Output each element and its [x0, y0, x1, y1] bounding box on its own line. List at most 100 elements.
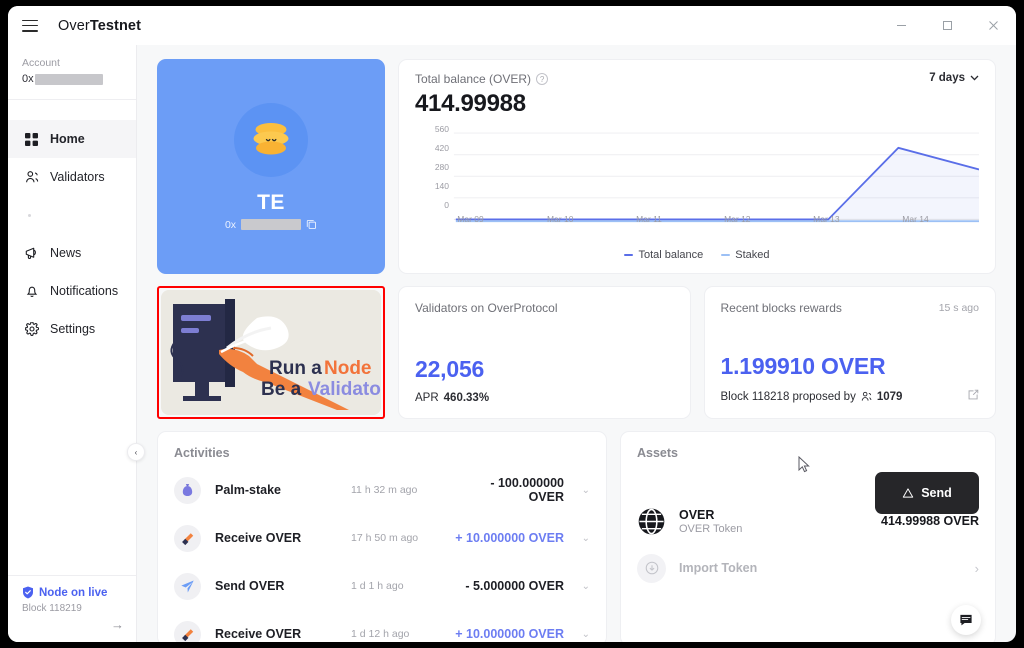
chevron-left-icon[interactable]: ‹ — [127, 443, 145, 461]
asset-subtitle: OVER Token — [679, 522, 743, 535]
profile-address-prefix: 0x — [224, 218, 237, 231]
apr-value: 460.33% — [443, 392, 490, 404]
banner-card[interactable]: Run a Node Be a Validator — [161, 290, 381, 415]
minimize-icon[interactable] — [878, 6, 924, 45]
asset-value: 414.99988 OVER — [881, 514, 979, 528]
table-row[interactable]: Receive OVER 17 h 50 m ago + 10.000000 O… — [174, 514, 590, 562]
activity-name: Receive OVER — [215, 531, 302, 545]
receive-icon — [174, 620, 201, 642]
y-tick-280: 280 — [434, 162, 449, 172]
activity-time: 1 d 12 h ago — [351, 628, 410, 640]
profile-address-redacted — [241, 219, 302, 230]
x-tick-label: Mar 11 — [636, 214, 662, 224]
table-row[interactable]: Receive OVER 1 d 12 h ago + 10.000000 OV… — [174, 610, 590, 642]
table-row[interactable]: Send OVER 1 d 1 h ago - 5.000000 OVER ⌄ — [174, 562, 590, 610]
node-block-label: Block 118219 — [22, 603, 82, 614]
x-tick-label: Mar 13 — [813, 214, 840, 224]
validators-card: Validators on OverProtocol 22,056 APR 46… — [398, 286, 691, 419]
gear-icon — [24, 322, 39, 337]
sidebar-item-label: Notifications — [50, 284, 119, 298]
sidebar-item-label: News — [50, 246, 82, 260]
node-arrow-icon[interactable]: → — [22, 617, 124, 632]
chevron-down-icon[interactable]: ⌄ — [564, 581, 590, 592]
activity-time: 1 d 1 h ago — [351, 580, 404, 592]
send-button[interactable]: Send — [875, 472, 979, 514]
rewards-card: Recent blocks rewards 15 s ago 1.199910 … — [703, 286, 996, 419]
x-tick-label: Mar 10 — [546, 214, 574, 224]
megaphone-icon — [24, 246, 39, 261]
asset-name: OVER — [679, 507, 715, 522]
hamburger-icon[interactable] — [22, 19, 38, 32]
account-address-prefix: 0x — [22, 73, 34, 85]
close-icon[interactable] — [970, 6, 1016, 45]
stat-cards-row: Validators on OverProtocol 22,056 APR 46… — [398, 286, 996, 419]
apr-row: APR 460.33% — [415, 392, 674, 404]
chevron-down-icon[interactable]: ⌄ — [564, 629, 590, 640]
sidebar: Account 0x Home Validators News Notifica… — [8, 45, 145, 642]
chevron-right-icon[interactable]: › — [975, 561, 979, 576]
account-block[interactable]: Account 0x — [8, 45, 136, 100]
run-a-node-banner[interactable]: Run a Node Be a Validator — [157, 286, 385, 419]
sidebar-item-home[interactable]: Home — [8, 120, 136, 158]
account-address: 0x — [22, 73, 124, 85]
external-link-icon[interactable] — [967, 389, 979, 404]
receive-icon — [174, 524, 201, 552]
over-triangle-icon — [903, 488, 914, 498]
x-tick-label: Mar 12 — [724, 214, 751, 224]
send-plane-icon — [174, 572, 201, 600]
chat-bubble-icon[interactable] — [951, 605, 981, 635]
send-button-label: Send — [921, 486, 952, 500]
maximize-icon[interactable] — [924, 6, 970, 45]
import-token-row[interactable]: Import Token › — [637, 546, 979, 590]
activity-time: 17 h 50 m ago — [351, 532, 419, 544]
sidebar-item-notifications[interactable]: Notifications — [8, 272, 136, 310]
sidebar-item-validators[interactable]: Validators — [8, 158, 136, 196]
banner-illustration: Run a Node Be a Validator — [161, 290, 381, 415]
shield-check-icon — [23, 586, 33, 599]
assets-title: Assets — [637, 446, 678, 460]
sidebar-item-news[interactable]: News — [8, 234, 136, 272]
sidebar-item-label: Validators — [50, 170, 105, 184]
validators-card-title: Validators on OverProtocol — [415, 301, 558, 315]
sidebar-item-settings[interactable]: Settings — [8, 310, 136, 348]
sidebar-nav: Home Validators News Notifications Setti… — [8, 100, 136, 575]
copy-icon[interactable] — [306, 219, 317, 230]
rewards-proposer: 1079 — [876, 390, 903, 403]
question-icon[interactable]: ? — [536, 73, 549, 85]
profile-address: 0x — [225, 219, 317, 231]
top-grid: TE 0x Run a Node Be a Validator Total ba… — [157, 59, 996, 419]
activity-amount: - 100.000000 OVER — [490, 476, 564, 504]
globe-icon — [637, 507, 666, 536]
svg-text:Node: Node — [324, 358, 372, 379]
activity-amount: + 10.000000 OVER — [455, 531, 564, 545]
node-status-panel: Node on live Block 118219 → — [8, 575, 136, 642]
profile-card: TE 0x — [157, 59, 385, 274]
activity-name: Send OVER — [215, 579, 285, 593]
chevron-down-icon[interactable]: ⌄ — [564, 485, 590, 496]
balance-chart: 560 420 280 140 0 Mar 09 Mar 10 Mar 11 M… — [415, 124, 979, 249]
app-title: OverTestnet — [58, 18, 141, 34]
legend-label: Total balance — [638, 249, 704, 261]
account-address-redacted — [34, 73, 103, 85]
balance-value: 414.99988 — [415, 90, 526, 117]
x-tick-label: Mar 14 — [902, 214, 929, 224]
people-icon — [861, 391, 872, 401]
table-row[interactable]: Palm-stake 11 h 32 m ago - 100.000000 OV… — [174, 466, 590, 514]
asset-text-block: OVER OVER Token — [679, 508, 742, 535]
money-bag-icon — [174, 476, 201, 504]
node-status-label: Node on live — [39, 586, 108, 599]
range-selector[interactable]: 7 days — [929, 72, 979, 84]
validators-count: 22,056 — [415, 356, 485, 382]
sidebar-item-label: Home — [50, 132, 85, 146]
rewards-timestamp: 15 s ago — [938, 302, 979, 314]
chevron-down-icon[interactable]: ⌄ — [564, 533, 590, 544]
y-tick-0: 0 — [444, 200, 449, 210]
balance-title: Total balance (OVER) — [415, 72, 532, 86]
rewards-card-header: Recent blocks rewards 15 s ago — [721, 301, 980, 315]
window-controls — [878, 6, 1016, 45]
bottom-grid: Activities Palm-stake 11 h 32 m ago - 10… — [157, 431, 996, 642]
validators-card-header: Validators on OverProtocol — [415, 301, 674, 315]
legend-swatch — [624, 254, 634, 256]
sidebar-divider-dot — [8, 196, 136, 234]
activity-name: Palm-stake — [215, 483, 282, 497]
